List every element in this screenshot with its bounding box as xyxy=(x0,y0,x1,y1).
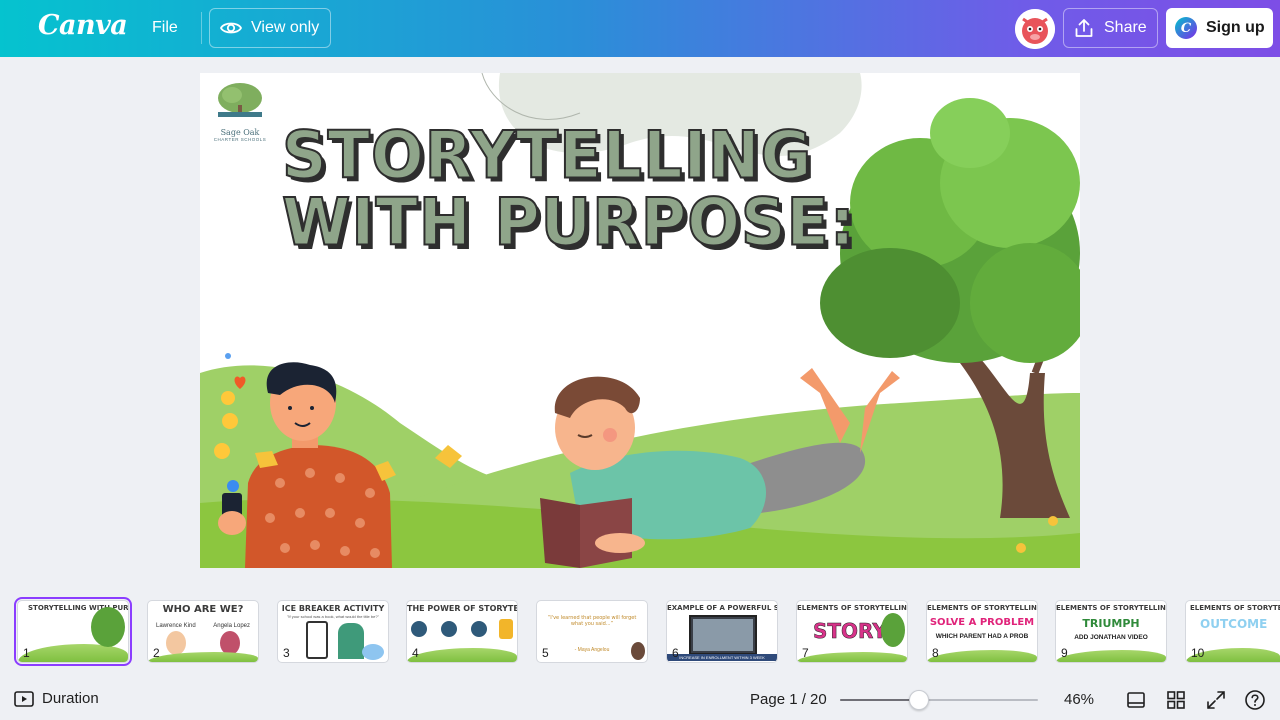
thumbnail-number: 6 xyxy=(672,646,679,660)
sign-up-button[interactable]: C Sign up xyxy=(1166,8,1273,48)
thumbnail-number: 2 xyxy=(153,646,160,660)
thumbnail-title: EXAMPLE OF A POWERFUL STORY xyxy=(667,604,777,612)
thumbnail-number: 9 xyxy=(1061,646,1068,660)
thumbnail-title: WHO ARE WE? xyxy=(162,604,244,615)
share-button[interactable]: Share xyxy=(1063,8,1158,48)
thumbnail-title: THE POWER OF STORYTELLING xyxy=(407,604,517,613)
view-only-button[interactable]: View only xyxy=(209,8,331,48)
thumbnail-number: 10 xyxy=(1191,646,1205,660)
user-avatar[interactable] xyxy=(1015,9,1055,49)
share-label: Share xyxy=(1104,19,1147,36)
sign-up-label: Sign up xyxy=(1206,19,1265,36)
slide-thumbnail-9[interactable]: ELEMENTS OF STORYTELLING TRIUMPH ADD JON… xyxy=(1055,600,1167,663)
thumbnail-text: ADD JONATHAN VIDEO xyxy=(1074,634,1148,641)
fullscreen-icon[interactable] xyxy=(1205,689,1227,711)
slide-title-line-2: WITH PURPOSE: xyxy=(281,183,856,261)
school-name: Sage Oak xyxy=(220,128,260,137)
thumbnail-number: 8 xyxy=(932,646,939,660)
thumbnail-text: STORY xyxy=(813,619,887,644)
thumbnail-text: "If your school was a book, what would t… xyxy=(286,614,379,619)
thumbnail-text: Angela Lopez xyxy=(213,623,250,629)
thumbnail-number: 5 xyxy=(542,646,549,660)
thumbnail-text: INCREASE IN ENROLLMENT WITHIN 3 WEEK xyxy=(667,654,777,661)
zoom-slider[interactable] xyxy=(840,690,1038,710)
school-logo: Sage Oak CHARTER SCHOOLS xyxy=(212,81,268,153)
upload-icon xyxy=(1075,19,1093,37)
thumbnail-number: 4 xyxy=(412,646,419,660)
page-indicator[interactable]: Page 1 / 20 xyxy=(750,691,827,708)
thumbnail-title: ICE BREAKER ACTIVITY xyxy=(281,604,385,613)
slide-title-line-1: STORYTELLING xyxy=(281,116,813,194)
thumbnail-title: “I've learned that people will forget wh… xyxy=(547,615,637,627)
duration-label: Duration xyxy=(42,690,99,707)
canva-badge-icon: C xyxy=(1175,17,1197,39)
zoom-slider-handle[interactable] xyxy=(909,690,930,710)
play-screen-icon xyxy=(14,690,34,707)
bottom-toolbar: Duration Page 1 / 20 46% xyxy=(0,680,1280,720)
zoom-value[interactable]: 46% xyxy=(1064,691,1094,708)
thumbnail-title: ELEMENTS OF STORYTELLING xyxy=(927,604,1037,612)
slide-thumbnail-4[interactable]: THE POWER OF STORYTELLING 4 xyxy=(406,600,518,663)
slide-thumbnail-6[interactable]: EXAMPLE OF A POWERFUL STORY INCREASE IN … xyxy=(666,600,778,663)
file-menu-button[interactable]: File xyxy=(140,12,190,44)
notes-view-icon[interactable] xyxy=(1125,689,1147,711)
thumbnail-title: ELEMENTS OF STORYTELLING xyxy=(1056,604,1166,612)
thumbnail-title: ELEMENTS OF STORYTELLING xyxy=(1190,604,1280,612)
thumbnail-number: 1 xyxy=(23,646,30,660)
header-divider xyxy=(201,12,202,44)
slide-title: STORYTELLING WITH PURPOSE: xyxy=(281,116,856,261)
canva-logo[interactable]: Canva xyxy=(38,10,128,41)
school-subtitle: CHARTER SCHOOLS xyxy=(213,137,267,142)
zoom-slider-fill xyxy=(840,699,920,701)
thumbnail-text: WHICH PARENT HAD A PROB xyxy=(935,633,1029,640)
avatar-illustration-icon xyxy=(1015,9,1055,49)
slide-thumbnail-7[interactable]: ELEMENTS OF STORYTELLING STORY 7 xyxy=(796,600,908,663)
thumbnail-text: Lawrence Kind xyxy=(156,623,196,629)
slide-thumbnail-1[interactable]: STORYTELLING WITH PURPOSE: 1 xyxy=(14,597,132,666)
slide-canvas[interactable]: Sage Oak CHARTER SCHOOLS STORYTELLING WI… xyxy=(200,73,1080,568)
help-icon[interactable] xyxy=(1244,689,1266,711)
thumbnail-text: TRIUMPH xyxy=(1082,617,1140,630)
tree-logo-icon xyxy=(218,83,262,117)
grid-view-icon[interactable] xyxy=(1165,689,1187,711)
slide-thumbnail-5[interactable]: “I've learned that people will forget wh… xyxy=(536,600,648,663)
slide-thumbnail-3[interactable]: ICE BREAKER ACTIVITY "If your school was… xyxy=(277,600,389,663)
view-only-label: View only xyxy=(251,19,320,36)
thumbnail-number: 7 xyxy=(802,646,809,660)
thumbnail-text: OUTCOME xyxy=(1200,617,1268,631)
slide-filmstrip: STORYTELLING WITH PURPOSE: 1 WHO ARE WE?… xyxy=(0,590,1280,674)
eye-icon xyxy=(220,22,242,34)
thumbnail-text: SOLVE A PROBLEM xyxy=(929,617,1035,628)
slide-thumbnail-2[interactable]: WHO ARE WE? Lawrence Kind Angela Lopez 2 xyxy=(147,600,259,663)
top-header: Canva File View only Share C Sign up xyxy=(0,0,1280,57)
thumbnail-title: ELEMENTS OF STORYTELLING xyxy=(797,604,907,612)
thumbnail-number: 3 xyxy=(283,646,290,660)
slide-thumbnail-8[interactable]: ELEMENTS OF STORYTELLING SOLVE A PROBLEM… xyxy=(926,600,1038,663)
duration-button[interactable]: Duration xyxy=(14,690,99,707)
slide-thumbnail-10[interactable]: ELEMENTS OF STORYTELLING OUTCOME 10 xyxy=(1185,600,1280,663)
